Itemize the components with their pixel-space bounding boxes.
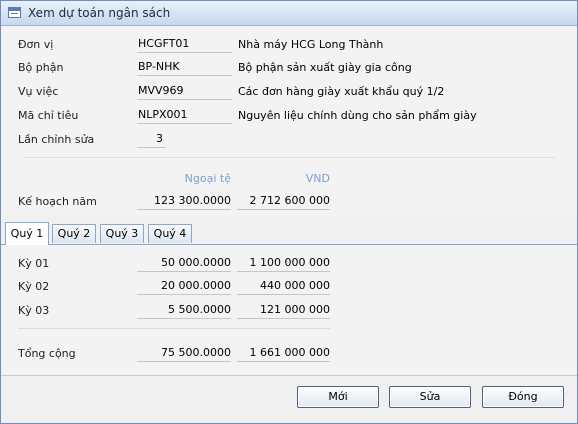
tab-quarter-3[interactable]: Quý 3 <box>100 224 144 243</box>
vnd-header: VND <box>305 172 330 185</box>
window-title: Xem dự toán ngân sách <box>28 6 171 20</box>
indicator-name: Nguyên liệu chính dùng cho sản phẩm giày <box>238 109 477 122</box>
indicator-code-field[interactable]: NLPX001 <box>137 108 232 124</box>
job-code-field[interactable]: MVV969 <box>137 84 232 100</box>
total-divider <box>18 328 330 329</box>
window-form-icon <box>8 7 21 18</box>
revision-field[interactable]: 3 <box>137 132 166 148</box>
tab-quarter-4[interactable]: Quý 4 <box>148 224 192 243</box>
period-vnd-field[interactable]: 440 000 000 <box>237 279 330 295</box>
job-label: Vụ việc <box>18 85 59 98</box>
budget-view-window: Xem dự toán ngân sách Đơn vị HCGFT01 Nhà… <box>0 0 578 424</box>
period-label: Kỳ 02 <box>18 280 50 293</box>
quarter-tabs: Quý 1 Quý 2 Quý 3 Quý 4 <box>1 222 577 245</box>
form-divider <box>25 157 555 158</box>
total-vnd-field[interactable]: 1 661 000 000 <box>237 346 330 362</box>
tab-quarter-1[interactable]: Quý 1 <box>5 222 49 245</box>
foreign-currency-header: Ngoại tệ <box>184 172 231 185</box>
period-foreign-field[interactable]: 5 500.0000 <box>137 303 231 319</box>
period-label: Kỳ 03 <box>18 304 50 317</box>
unit-code-field[interactable]: HCGFT01 <box>137 37 232 53</box>
total-foreign-field[interactable]: 75 500.0000 <box>137 346 231 362</box>
new-button[interactable]: Mới <box>297 386 379 408</box>
header-form: Đơn vị HCGFT01 Nhà máy HCG Long Thành Bộ… <box>1 26 577 216</box>
tab-quarter-2[interactable]: Quý 2 <box>52 224 96 243</box>
department-name: Bộ phận sản xuất giày gia công <box>238 61 412 74</box>
annual-vnd-field[interactable]: 2 712 600 000 <box>237 194 330 210</box>
annual-foreign-field[interactable]: 123 300.0000 <box>137 194 231 210</box>
period-foreign-field[interactable]: 20 000.0000 <box>137 279 231 295</box>
job-name: Các đơn hàng giày xuất khẩu quý 1/2 <box>238 85 445 98</box>
quarter-panel: Kỳ 01 50 000.0000 1 100 000 000 Kỳ 02 20… <box>1 245 577 375</box>
edit-button[interactable]: Sửa <box>389 386 471 408</box>
department-code-field[interactable]: BP-NHK <box>137 60 232 76</box>
annual-plan-label: Kế hoạch năm <box>18 195 97 208</box>
title-bar[interactable]: Xem dự toán ngân sách <box>1 1 577 26</box>
unit-name: Nhà máy HCG Long Thành <box>238 38 384 51</box>
period-vnd-field[interactable]: 1 100 000 000 <box>237 256 330 272</box>
period-label: Kỳ 01 <box>18 257 50 270</box>
department-label: Bộ phận <box>18 61 64 74</box>
revision-label: Lần chỉnh sửa <box>18 133 95 146</box>
period-vnd-field[interactable]: 121 000 000 <box>237 303 330 319</box>
close-button[interactable]: Đóng <box>482 386 564 408</box>
button-bar-divider <box>1 375 577 376</box>
indicator-label: Mã chỉ tiêu <box>18 109 79 122</box>
unit-label: Đơn vị <box>18 38 54 51</box>
total-label: Tổng cộng <box>18 347 76 360</box>
period-foreign-field[interactable]: 50 000.0000 <box>137 256 231 272</box>
